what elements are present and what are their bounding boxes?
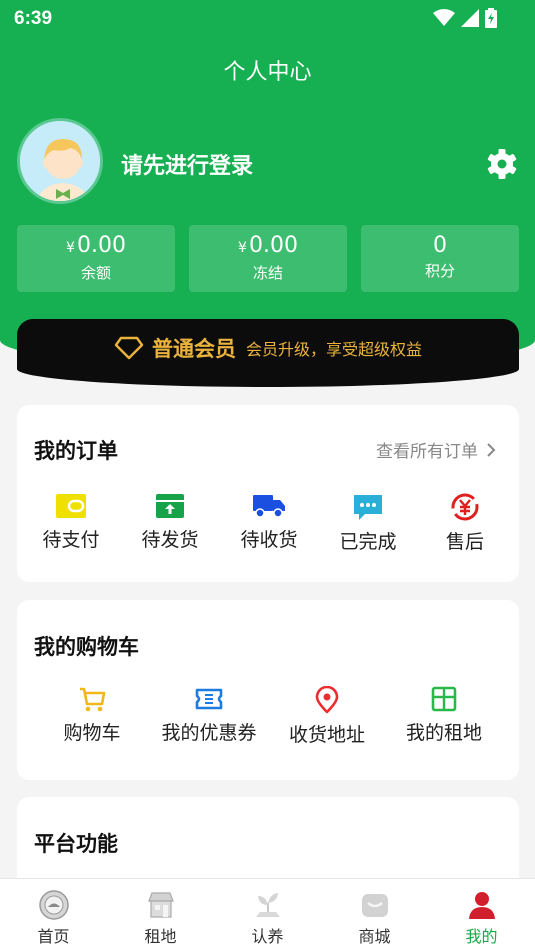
frozen-label: 冻结 [252,264,283,282]
frozen-value: 0.00 [248,233,298,258]
tab-adopt[interactable]: 认养 [214,879,321,951]
avatar[interactable] [17,118,103,204]
wallet-icon [56,494,86,518]
signal-icon [461,9,479,27]
points-stat[interactable]: 0 积分 [361,225,519,292]
truck-icon [253,495,285,518]
gear-icon[interactable] [486,148,518,180]
order-pending-shipment[interactable]: 待发货 [120,493,220,552]
tab-mine[interactable]: 我的 [428,879,535,951]
land-grid-icon [431,686,457,712]
address-entry[interactable]: 收货地址 [268,686,386,747]
cart-icon [80,687,106,712]
order-completed[interactable]: 已完成 [318,493,418,554]
balance-label: 余额 [80,264,111,282]
status-time: 6:39 [14,8,53,29]
coupon-icon [195,688,223,710]
page-title: 个人中心 [223,60,312,85]
member-level: 普通会员 [151,337,236,361]
mall-icon [361,894,388,917]
login-prompt[interactable]: 请先进行登录 [121,148,253,180]
order-after-sales[interactable]: 售后 [415,493,515,554]
cart-title: 我的购物车 [34,635,139,659]
member-description: 会员升级，享受超级权益 [245,340,422,359]
location-icon [315,686,339,714]
store-icon [147,892,174,918]
points-label: 积分 [424,262,455,280]
user-icon [468,892,495,919]
balance-stat[interactable]: ¥0.00 余额 [17,225,175,292]
cart-card: 我的购物车 购物车 我的优惠券 收货地址 我的租地 [17,600,519,780]
frozen-stat[interactable]: ¥0.00 冻结 [189,225,347,292]
chat-bubble-icon [354,495,382,520]
balance-value: 0.00 [76,233,126,258]
tab-home[interactable]: 首页 [0,879,107,951]
wifi-icon [433,9,455,26]
points-value: 0 [433,233,447,258]
coupons-entry[interactable]: 我的优惠券 [150,686,268,745]
plant-icon [255,893,280,917]
my-land-entry[interactable]: 我的租地 [385,686,503,745]
view-all-orders-link[interactable]: 查看所有订单 [376,437,496,462]
chevron-right-icon [487,442,496,457]
battery-icon [485,8,497,28]
platform-title: 平台功能 [34,832,118,856]
order-pending-receipt[interactable]: 待收货 [219,493,319,552]
status-bar: 6:39 [0,0,535,36]
home-logo-icon [38,890,69,920]
diamond-icon [114,336,144,360]
yen-refund-icon [451,493,479,521]
order-pending-payment[interactable]: 待支付 [21,493,121,552]
orders-card: 我的订单 查看所有订单 待支付 待发货 待收货 已完成 售后 [17,405,519,582]
bottom-tab-bar: 首页 租地 认养 商城 我的 [0,878,535,951]
tab-rent-land[interactable]: 租地 [107,879,214,951]
shopping-cart-entry[interactable]: 购物车 [33,686,151,745]
orders-title: 我的订单 [34,439,118,463]
member-banner[interactable]: 普通会员 会员升级，享受超级权益 [17,319,519,387]
box-upload-icon [156,494,184,518]
tab-mall[interactable]: 商城 [321,879,428,951]
